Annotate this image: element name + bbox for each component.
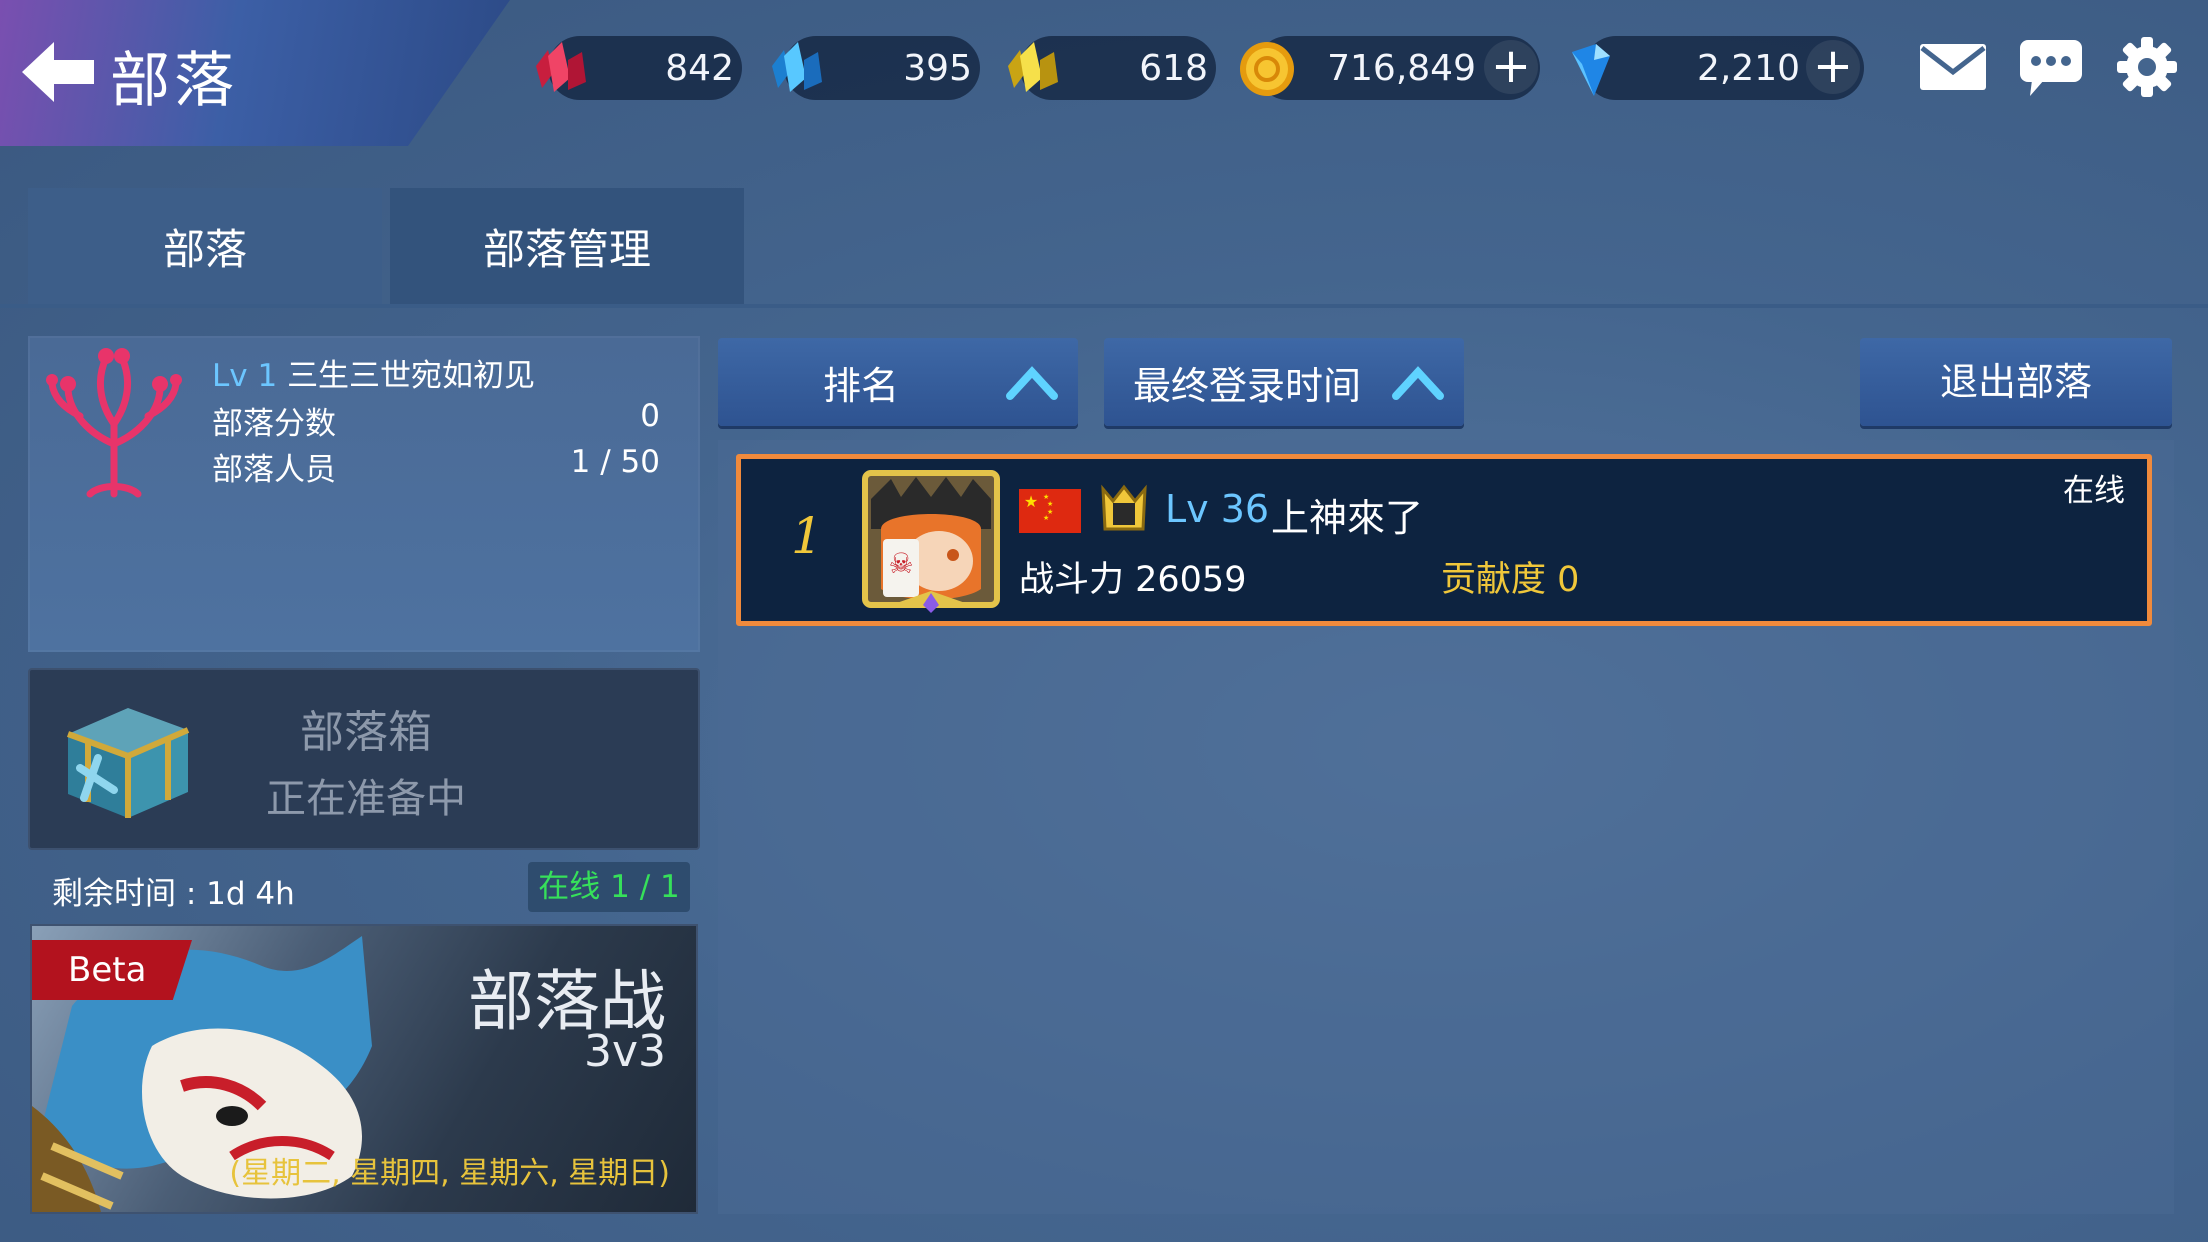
member-name: 上神來了: [1271, 496, 1424, 540]
red-crystal-icon: [536, 42, 586, 92]
svg-text:★: ★: [1047, 500, 1053, 508]
gear-icon[interactable]: [2110, 34, 2184, 100]
mail-icon[interactable]: [1916, 34, 1990, 100]
currency-value: 842: [665, 48, 734, 89]
online-count-badge: 在线 1 / 1: [528, 862, 690, 912]
leader-crown-icon: [1101, 484, 1147, 531]
back-button[interactable]: [18, 36, 98, 108]
svg-text:★: ★: [1043, 514, 1049, 522]
sort-by-rank-button[interactable]: 排名: [718, 338, 1078, 426]
svg-text:☠: ☠: [888, 547, 913, 580]
clan-info-panel: Lv 1 三生三世宛如初见 部落分数 0 部落人员 1 / 50: [28, 336, 700, 652]
clan-box-remaining-time: 剩余时间 : 1d 4h: [52, 876, 295, 912]
member-level: Lv 36: [1165, 487, 1270, 531]
clan-members-label: 部落人员: [212, 452, 336, 488]
member-online-status: 在线: [2063, 473, 2125, 509]
clan-level: Lv 1: [212, 358, 278, 394]
page-title: 部落: [110, 46, 238, 116]
currency-value: 2,210: [1696, 48, 1800, 89]
beta-badge: Beta: [32, 940, 192, 1000]
gold-coin-icon: [1240, 42, 1294, 96]
member-row[interactable]: 1 ☠ ★ ★ ★ ★ ★ Lv 36 上神來了 战斗力 26059 贡献度 0…: [736, 454, 2152, 626]
currency-value: 395: [903, 48, 972, 89]
back-arrow-icon: [22, 42, 94, 102]
tab-divider: [0, 304, 2208, 308]
chevron-up-icon: [1006, 366, 1058, 400]
tab-clan[interactable]: 部落: [28, 188, 382, 304]
currency-value: 618: [1139, 48, 1208, 89]
member-avatar: ☠: [862, 470, 1000, 613]
clan-score-label: 部落分数: [212, 406, 336, 442]
clan-box-panel[interactable]: 部落箱 正在准备中: [28, 668, 700, 850]
tab-clan-management[interactable]: 部落管理: [390, 188, 744, 304]
clan-war-banner[interactable]: Beta 部落战 3v3 (星期二, 星期四, 星期六, 星期日): [30, 924, 698, 1214]
quit-clan-button[interactable]: 退出部落: [1860, 338, 2172, 426]
chevron-up-icon: [1392, 366, 1444, 400]
clan-box-status: 正在准备中: [266, 776, 466, 822]
member-contribution: 贡献度 0: [1441, 560, 1580, 600]
clan-members-value: 1 / 50: [570, 444, 660, 480]
sort-by-rank-label: 排名: [822, 363, 899, 408]
svg-text:★: ★: [1024, 492, 1038, 511]
clan-name-line: Lv 1 三生三世宛如初见: [212, 350, 535, 395]
clan-name: 三生三世宛如初见: [287, 358, 536, 394]
sort-by-last-login-label: 最终登录时间: [1132, 363, 1361, 408]
blue-gem-icon: [1572, 44, 1610, 96]
blue-crystal-icon: [772, 42, 822, 92]
member-power: 战斗力 26059: [1019, 560, 1247, 600]
clan-war-days: (星期二, 星期四, 星期六, 星期日): [229, 1156, 670, 1191]
clan-war-mode: 3v3: [583, 1026, 666, 1077]
chat-icon[interactable]: [2014, 34, 2088, 100]
buy-gems-button[interactable]: +: [1806, 40, 1860, 94]
member-rank: 1: [791, 507, 823, 565]
currency-value: 716,849: [1327, 48, 1476, 89]
buy-coins-button[interactable]: +: [1484, 40, 1538, 94]
clan-tree-emblem-icon: [46, 348, 182, 498]
china-flag-icon: ★ ★ ★ ★ ★: [1019, 489, 1081, 533]
clan-box-title: 部落箱: [300, 707, 432, 758]
sort-by-last-login-button[interactable]: 最终登录时间: [1104, 338, 1464, 426]
gold-crystal-icon: [1008, 42, 1058, 92]
clan-score-value: 0: [640, 398, 660, 434]
